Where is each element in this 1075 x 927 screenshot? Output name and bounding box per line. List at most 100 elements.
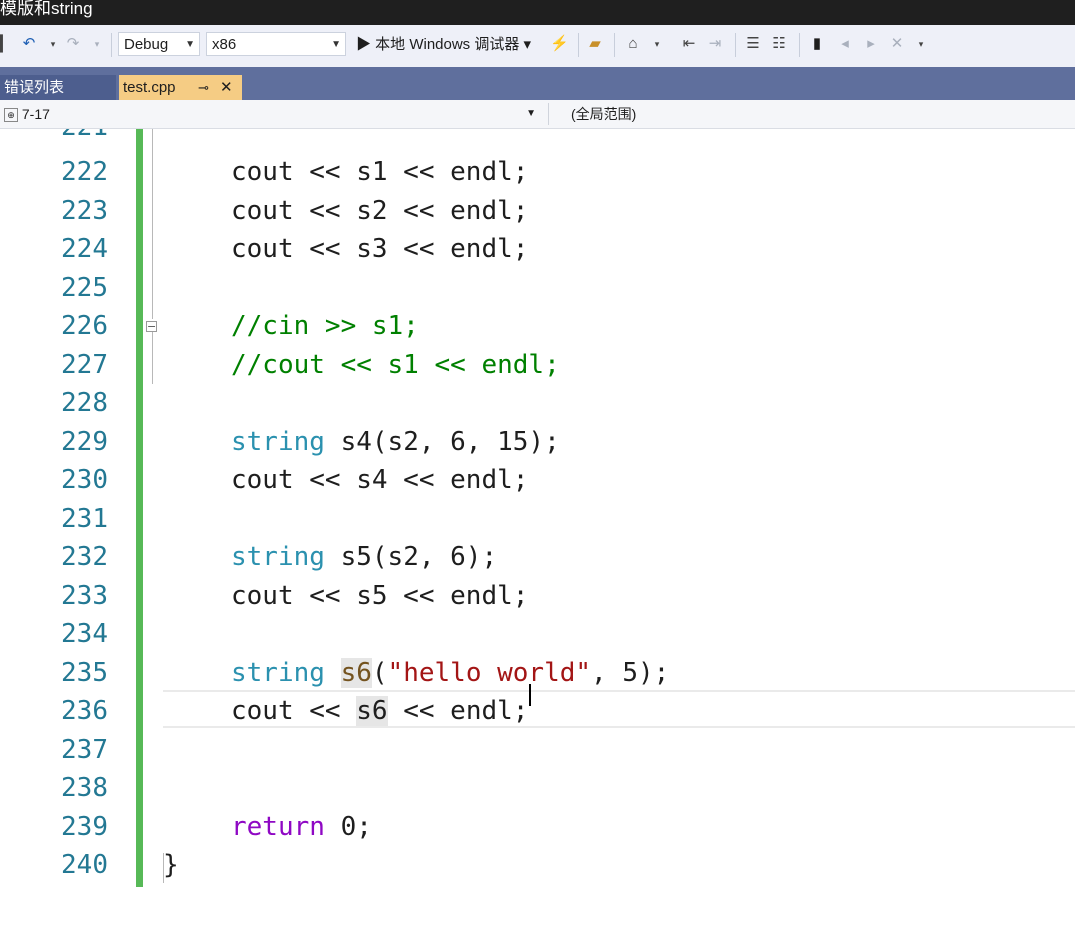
- title-bar: 模版和string: [0, 0, 1075, 25]
- chevron-down-icon: ▼: [526, 108, 536, 119]
- next-bookmark-icon[interactable]: ▸: [862, 35, 880, 53]
- toolbar: ▌ ↶ ▾ ↷ ▾ Debug ▼ x86 ▼ ▶ 本地 Windows 调试器…: [0, 25, 1075, 68]
- line-number: 235: [61, 658, 108, 688]
- home-icon[interactable]: ⌂: [624, 35, 642, 53]
- bookmark-icon[interactable]: ▮: [808, 35, 826, 53]
- tab-error-list[interactable]: 错误列表: [0, 75, 116, 100]
- code-text: cout << s4 << endl;: [231, 465, 529, 495]
- line-number: 229: [61, 427, 108, 457]
- code-line: 227 //cout << s1 << endl;: [0, 346, 1075, 384]
- outdent-icon[interactable]: ⇤: [680, 35, 698, 53]
- code-text: cout << s6 << endl;: [231, 692, 528, 730]
- toolbar-separator: [799, 33, 800, 57]
- undo-icon[interactable]: ↶: [20, 35, 38, 53]
- code-text: string s4(s2, 6, 15);: [231, 423, 560, 461]
- code-line: 230 cout << s4 << endl;: [0, 461, 1075, 499]
- code-text: return 0;: [231, 808, 372, 846]
- toolbar-overflow-icon[interactable]: ▾: [912, 35, 930, 53]
- type-keyword: string: [231, 542, 325, 572]
- code-text: cout << s2 << endl;: [231, 196, 529, 226]
- config-value: Debug: [124, 36, 169, 53]
- toolbar-separator: [735, 33, 736, 57]
- config-dropdown[interactable]: Debug ▼: [118, 32, 200, 56]
- line-number: 238: [61, 773, 108, 803]
- attach-icon[interactable]: ⚡: [550, 35, 569, 53]
- code-line: 226 //cin >> s1;: [0, 307, 1075, 345]
- code-line: 236 cout << s6 << endl;: [0, 692, 1075, 730]
- home-dropdown-icon[interactable]: ▾: [648, 35, 666, 53]
- code-text: cout << s5 << endl;: [231, 581, 529, 611]
- window-title: 模版和string: [0, 0, 93, 18]
- navigation-bar: ⊕ 7-17 ▼ (全局范围): [0, 100, 1075, 129]
- line-number: 225: [61, 273, 108, 303]
- tab-label: test.cpp: [123, 79, 176, 96]
- code-text: string s6("hello world", 5);: [231, 654, 669, 692]
- line-number: 233: [61, 581, 108, 611]
- code-line: 228: [0, 384, 1075, 422]
- code-token: s6: [340, 658, 372, 688]
- undo-dropdown-icon[interactable]: ▾: [44, 35, 62, 53]
- project-dropdown[interactable]: ⊕ 7-17 ▼: [2, 103, 540, 125]
- scope-name: (全局范围): [571, 106, 637, 122]
- platform-dropdown[interactable]: x86 ▼: [206, 32, 346, 56]
- prev-bookmark-icon[interactable]: ◂: [836, 35, 854, 53]
- code-token: s6: [356, 696, 388, 726]
- line-number: 234: [61, 619, 108, 649]
- line-number: 224: [61, 234, 108, 264]
- code-comment: //cin >> s1;: [231, 311, 419, 341]
- document-tab-strip: 错误列表 test.cpp ⊸ ✕: [0, 67, 1075, 100]
- comment-icon[interactable]: ☰: [744, 35, 762, 53]
- line-number: 230: [61, 465, 108, 495]
- code-line: 234: [0, 615, 1075, 653]
- tab-test-cpp[interactable]: test.cpp ⊸ ✕: [119, 75, 242, 100]
- pin-icon[interactable]: ⊸: [198, 75, 209, 100]
- line-number: 221: [0, 129, 108, 146]
- line-number: 222: [61, 157, 108, 187]
- code-line: 229 string s4(s2, 6, 15);: [0, 423, 1075, 461]
- code-text: }: [163, 850, 179, 880]
- redo-icon[interactable]: ↷: [64, 35, 82, 53]
- partial-icon: ▌: [0, 35, 9, 52]
- uncomment-icon[interactable]: ☷: [770, 35, 788, 53]
- chevron-down-icon: ▼: [331, 39, 341, 50]
- project-icon: ⊕: [4, 108, 18, 123]
- line-number: 239: [61, 812, 108, 842]
- toolbar-separator: [614, 33, 615, 57]
- code-comment: //cout << s1 << endl;: [231, 350, 560, 380]
- code-line: 221: [0, 129, 1075, 146]
- close-icon[interactable]: ✕: [220, 75, 233, 100]
- text-cursor: [529, 684, 531, 706]
- code-line: 233 cout << s5 << endl;: [0, 577, 1075, 615]
- tab-label: 错误列表: [4, 79, 65, 96]
- code-line: 223 cout << s2 << endl;: [0, 192, 1075, 230]
- line-number: 231: [61, 504, 108, 534]
- code-line: 240 }: [0, 846, 1075, 884]
- indent-icon[interactable]: ⇥: [706, 35, 724, 53]
- control-keyword: return: [231, 812, 325, 842]
- scope-dropdown[interactable]: (全局范围): [548, 103, 1068, 125]
- redo-dropdown-icon[interactable]: ▾: [88, 35, 106, 53]
- folder-search-icon[interactable]: ▰: [586, 35, 604, 53]
- line-number: 223: [61, 196, 108, 226]
- code-token: (: [371, 658, 388, 688]
- code-line: 222 cout << s1 << endl;: [0, 153, 1075, 191]
- line-number: 232: [61, 542, 108, 572]
- line-number: 226: [61, 311, 108, 341]
- code-editor[interactable]: − 221 222 cout << s1 << endl; 223 cout <…: [0, 129, 1075, 927]
- chevron-down-icon: ▼: [185, 39, 195, 50]
- line-number: 236: [61, 696, 108, 726]
- line-number: 227: [61, 350, 108, 380]
- code-text: string s5(s2, 6);: [231, 538, 497, 576]
- type-keyword: string: [231, 427, 325, 457]
- code-line: 239 return 0;: [0, 808, 1075, 846]
- code-line: 237: [0, 731, 1075, 769]
- type-keyword: string: [231, 658, 325, 688]
- line-number: 240: [61, 850, 108, 880]
- code-token: , 5);: [591, 658, 670, 688]
- clear-bookmarks-icon[interactable]: ✕: [888, 35, 906, 53]
- code-line: 231: [0, 500, 1075, 538]
- code-token: cout <<: [231, 696, 357, 726]
- start-debugging-button[interactable]: ▶ 本地 Windows 调试器 ▾: [356, 34, 531, 56]
- line-number: 237: [61, 735, 108, 765]
- code-text: cout << s1 << endl;: [231, 157, 529, 187]
